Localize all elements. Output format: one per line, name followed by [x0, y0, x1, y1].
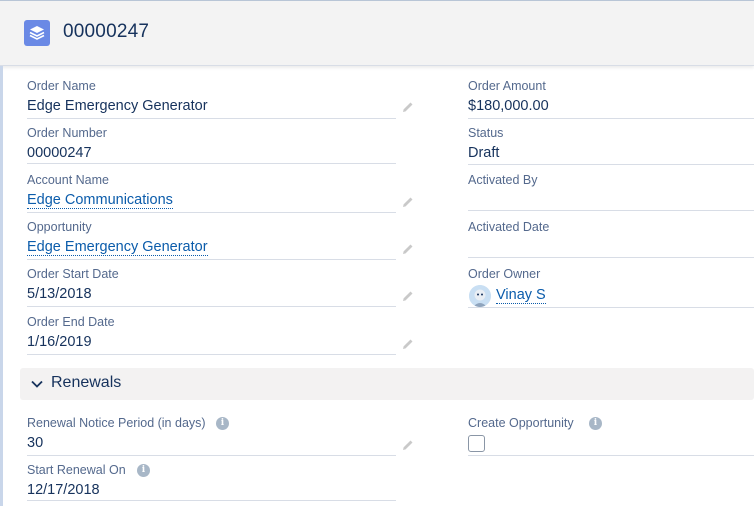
- edit-pencil-icon[interactable]: [402, 290, 414, 302]
- field-divider: [468, 257, 754, 258]
- field-divider: [27, 455, 396, 456]
- account-name-field: Account Name Edge Communications: [27, 173, 417, 213]
- order-name-label: Order Name: [27, 79, 96, 93]
- create-opportunity-field: Create Opportunity i: [468, 416, 754, 458]
- account-name-link[interactable]: Edge Communications: [27, 192, 173, 209]
- order-amount-field: Order Amount $180,000.00: [468, 79, 754, 119]
- order-owner-label: Order Owner: [468, 267, 541, 281]
- order-end-date-field: Order End Date 1/16/2019: [27, 315, 417, 357]
- edit-pencil-icon[interactable]: [402, 243, 414, 255]
- edit-pencil-icon[interactable]: [402, 338, 414, 350]
- status-field: Status Draft: [468, 126, 754, 166]
- chevron-down-icon: [31, 380, 43, 388]
- activated-by-field: Activated By: [468, 173, 754, 213]
- edit-pencil-icon[interactable]: [402, 101, 414, 113]
- renewal-notice-period-value: 30: [27, 435, 44, 451]
- field-divider: [468, 307, 754, 308]
- activated-date-label: Activated Date: [468, 220, 550, 234]
- create-opportunity-label: Create Opportunity: [468, 416, 574, 430]
- record-title: 00000247: [63, 21, 150, 42]
- order-name-value: Edge Emergency Generator: [27, 98, 208, 114]
- info-icon[interactable]: i: [216, 417, 229, 430]
- activated-date-field: Activated Date: [468, 220, 754, 260]
- opportunity-label: Opportunity: [27, 220, 92, 234]
- edit-pencil-icon[interactable]: [402, 196, 414, 208]
- renewals-section-header[interactable]: Renewals: [20, 368, 754, 400]
- renewal-notice-period-label: Renewal Notice Period (in days): [27, 416, 206, 430]
- edit-pencil-icon[interactable]: [402, 439, 414, 451]
- start-renewal-on-value: 12/17/2018: [27, 482, 100, 498]
- order-start-date-value: 5/13/2018: [27, 286, 92, 302]
- account-name-label: Account Name: [27, 173, 109, 187]
- order-end-date-value: 1/16/2019: [27, 334, 92, 350]
- field-divider: [468, 164, 754, 165]
- order-owner-link[interactable]: Vinay S: [496, 287, 546, 304]
- start-renewal-on-field: Start Renewal On i 12/17/2018: [27, 463, 417, 505]
- avatar[interactable]: [469, 285, 491, 307]
- field-divider: [468, 455, 754, 456]
- renewal-notice-period-field: Renewal Notice Period (in days) i 30: [27, 416, 417, 458]
- field-divider: [27, 118, 396, 119]
- info-icon[interactable]: i: [589, 417, 602, 430]
- order-end-date-label: Order End Date: [27, 315, 115, 329]
- order-stack-icon: [24, 20, 50, 46]
- order-amount-value: $180,000.00: [468, 98, 549, 114]
- status-label: Status: [468, 126, 504, 140]
- opportunity-field: Opportunity Edge Emergency Generator: [27, 220, 417, 260]
- start-renewal-on-label: Start Renewal On: [27, 463, 126, 477]
- status-value: Draft: [468, 145, 500, 161]
- order-number-field: Order Number 00000247: [27, 126, 417, 166]
- order-amount-label: Order Amount: [468, 79, 546, 93]
- order-number-label: Order Number: [27, 126, 107, 140]
- renewals-section-title: Renewals: [51, 374, 122, 391]
- order-start-date-label: Order Start Date: [27, 267, 119, 281]
- field-divider: [468, 210, 754, 211]
- field-divider: [468, 118, 754, 119]
- field-divider: [27, 212, 396, 213]
- opportunity-link[interactable]: Edge Emergency Generator: [27, 239, 208, 256]
- record-header: 00000247: [0, 0, 754, 66]
- order-owner-field: Order Owner Vinay S: [468, 267, 754, 309]
- info-icon[interactable]: i: [137, 464, 150, 477]
- field-divider: [27, 259, 396, 260]
- field-divider: [27, 163, 396, 164]
- activated-by-label: Activated By: [468, 173, 538, 187]
- field-divider: [27, 500, 396, 501]
- order-number-value: 00000247: [27, 145, 92, 161]
- create-opportunity-checkbox[interactable]: [468, 435, 485, 452]
- field-divider: [27, 354, 396, 355]
- field-divider: [27, 306, 396, 307]
- left-accent-bar: [0, 66, 3, 506]
- order-start-date-field: Order Start Date 5/13/2018: [27, 267, 417, 309]
- order-name-field: Order Name Edge Emergency Generator: [27, 79, 417, 119]
